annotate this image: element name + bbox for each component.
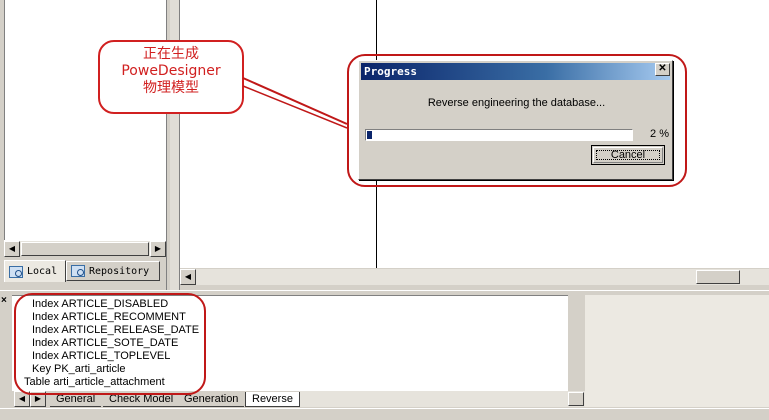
output-hscrollbar[interactable] [300, 391, 585, 407]
tab-reverse[interactable]: Reverse [245, 392, 300, 407]
annotation-ring-output [14, 293, 206, 395]
status-bar [0, 408, 769, 420]
output-empty-area [585, 295, 769, 407]
output-close-icon[interactable]: × [1, 296, 11, 306]
output-scroll-thumb[interactable] [568, 392, 584, 406]
annotation-ring-dialog [347, 54, 687, 187]
output-side-bar [0, 294, 12, 410]
